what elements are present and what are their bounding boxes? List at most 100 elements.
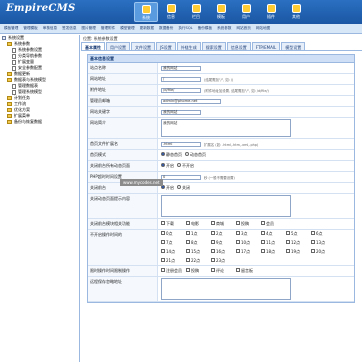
- sub-menu-item[interactable]: 系统参数: [217, 26, 231, 31]
- checkbox-option[interactable]: 8点: [186, 240, 208, 246]
- checkbox-option[interactable]: 2点: [211, 231, 233, 237]
- checkbox[interactable]: [311, 240, 315, 244]
- radio-button[interactable]: [161, 152, 165, 156]
- radio-option[interactable]: 不开启: [177, 163, 194, 169]
- tab-6[interactable]: 信息设置: [226, 42, 251, 50]
- checkbox[interactable]: [161, 249, 165, 253]
- checkbox-option[interactable]: 9点: [211, 240, 233, 246]
- tab-3[interactable]: JS设置: [156, 42, 176, 50]
- checkbox[interactable]: [186, 268, 190, 272]
- nav-item-0[interactable]: 系统: [134, 2, 158, 22]
- sub-menu-item[interactable]: 网站首页: [236, 26, 250, 31]
- checkbox-option[interactable]: 19点: [286, 249, 308, 255]
- nav-item-4[interactable]: 用户: [234, 2, 258, 22]
- text-input[interactable]: 0: [161, 174, 201, 180]
- checkbox-option[interactable]: 22点: [186, 258, 208, 264]
- checkbox-option[interactable]: 16点: [211, 249, 233, 255]
- sub-menu-item[interactable]: 图片管理: [82, 26, 96, 31]
- sub-menu-item[interactable]: 签发信息: [62, 26, 76, 31]
- checkbox[interactable]: [161, 268, 165, 272]
- checkbox-option[interactable]: 20点: [311, 249, 333, 255]
- checkbox[interactable]: [161, 258, 165, 262]
- radio-button[interactable]: [161, 163, 165, 167]
- textarea-input[interactable]: [161, 195, 291, 217]
- text-input[interactable]: admin@phome.net: [161, 98, 221, 104]
- checkbox-option[interactable]: 10点: [236, 240, 258, 246]
- checkbox[interactable]: [236, 231, 240, 235]
- checkbox-option[interactable]: 17点: [236, 249, 258, 255]
- radio-option[interactable]: 关闭: [177, 185, 190, 191]
- radio-button[interactable]: [185, 152, 189, 156]
- checkbox[interactable]: [211, 231, 215, 235]
- checkbox[interactable]: [211, 221, 215, 225]
- text-input[interactable]: .html: [161, 141, 201, 147]
- checkbox-option[interactable]: 电影: [186, 221, 208, 227]
- radio-option[interactable]: 静态首页: [161, 152, 182, 158]
- checkbox-option[interactable]: 5点: [286, 231, 308, 237]
- checkbox-option[interactable]: 23点: [211, 258, 233, 264]
- checkbox[interactable]: [286, 249, 290, 253]
- tab-5[interactable]: 搜索设置: [201, 42, 226, 50]
- checkbox-option[interactable]: 会员: [261, 221, 283, 227]
- checkbox-option[interactable]: 15点: [186, 249, 208, 255]
- tab-0[interactable]: 基本属性: [81, 42, 105, 50]
- checkbox-option[interactable]: 商城: [211, 221, 233, 227]
- checkbox[interactable]: [161, 231, 165, 235]
- checkbox-option[interactable]: 6点: [311, 231, 333, 237]
- checkbox[interactable]: [186, 221, 190, 225]
- sub-menu-item[interactable]: 模型管理: [120, 26, 134, 31]
- checkbox-option[interactable]: 4点: [261, 231, 283, 237]
- checkbox-option[interactable]: 13点: [311, 240, 333, 246]
- sub-menu-item[interactable]: 管理附件: [101, 26, 115, 31]
- checkbox[interactable]: [261, 231, 265, 235]
- sub-menu-item[interactable]: 执行SQL: [178, 26, 192, 31]
- checkbox[interactable]: [186, 249, 190, 253]
- checkbox-option[interactable]: 7点: [161, 240, 183, 246]
- sub-menu-item[interactable]: 备份模板: [198, 26, 212, 31]
- text-input[interactable]: /d/file/: [161, 87, 201, 93]
- checkbox[interactable]: [261, 221, 265, 225]
- checkbox[interactable]: [211, 249, 215, 253]
- checkbox[interactable]: [236, 268, 240, 272]
- nav-item-2[interactable]: 栏目: [184, 2, 208, 22]
- checkbox[interactable]: [236, 249, 240, 253]
- sub-menu-item[interactable]: 数据备份: [159, 26, 173, 31]
- checkbox[interactable]: [211, 240, 215, 244]
- checkbox-option[interactable]: 18点: [261, 249, 283, 255]
- sub-menu-item[interactable]: 管理模板: [23, 26, 37, 31]
- checkbox-option[interactable]: 21点: [161, 258, 183, 264]
- checkbox[interactable]: [211, 258, 215, 262]
- checkbox[interactable]: [186, 240, 190, 244]
- checkbox-option[interactable]: 下载: [161, 221, 183, 227]
- nav-item-5[interactable]: 插件: [259, 2, 283, 22]
- textarea-input[interactable]: 我的网站: [161, 119, 291, 137]
- checkbox-option[interactable]: 投稿: [186, 268, 208, 274]
- radio-option[interactable]: 开启: [161, 163, 174, 169]
- nav-item-6[interactable]: 其他: [284, 2, 308, 22]
- checkbox-option[interactable]: 注册会员: [161, 268, 183, 274]
- text-input[interactable]: 我的网站: [161, 65, 201, 71]
- sub-menu-item[interactable]: 审核信息: [43, 26, 57, 31]
- checkbox[interactable]: [286, 240, 290, 244]
- checkbox-option[interactable]: 1点: [186, 231, 208, 237]
- checkbox-option[interactable]: 12点: [286, 240, 308, 246]
- text-input[interactable]: 我的网站: [161, 109, 201, 115]
- checkbox[interactable]: [236, 221, 240, 225]
- checkbox-option[interactable]: 11点: [261, 240, 283, 246]
- checkbox-option[interactable]: 留言板: [236, 268, 258, 274]
- checkbox[interactable]: [311, 231, 315, 235]
- checkbox[interactable]: [161, 221, 165, 225]
- checkbox[interactable]: [261, 249, 265, 253]
- radio-option[interactable]: 动态首页: [185, 152, 206, 158]
- tab-8[interactable]: 模型设置: [281, 42, 306, 50]
- nav-item-3[interactable]: 模板: [209, 2, 233, 22]
- checkbox[interactable]: [186, 258, 190, 262]
- checkbox[interactable]: [311, 249, 315, 253]
- tab-1[interactable]: 用户设置: [106, 42, 130, 50]
- textarea-input[interactable]: [161, 278, 291, 300]
- sub-menu-item[interactable]: 更新数据: [140, 26, 154, 31]
- checkbox-option[interactable]: 投稿: [236, 221, 258, 227]
- tree-item[interactable]: 备份与恢复数据: [0, 119, 79, 125]
- checkbox[interactable]: [236, 240, 240, 244]
- checkbox-option[interactable]: 0点: [161, 231, 183, 237]
